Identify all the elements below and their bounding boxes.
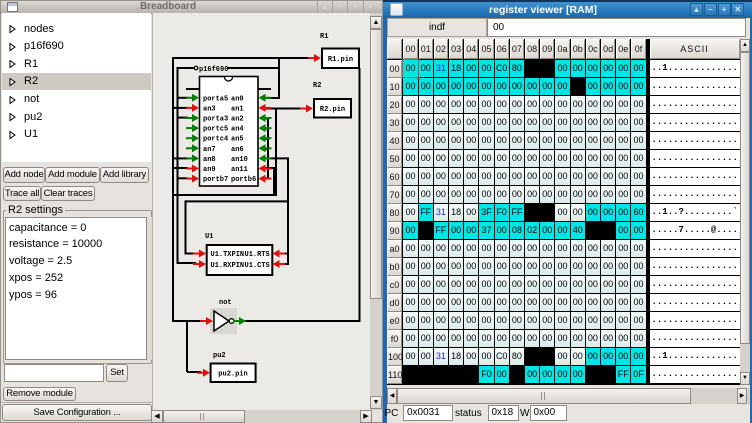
svg-text:an7: an7 [203,146,216,154]
svg-text:an11: an11 [231,166,248,174]
svg-text:portb6: portb6 [231,176,256,184]
svg-text:R2.pin: R2.pin [320,106,345,114]
svg-text:an9: an9 [203,166,216,174]
svg-text:an0: an0 [231,95,244,103]
svg-text:U1.RXPIN: U1.RXPIN [211,262,245,270]
svg-text:an6: an6 [231,146,244,154]
svg-text:U1.TXPIN: U1.TXPIN [211,251,245,259]
svg-text:an2: an2 [231,116,244,124]
svg-text:an5: an5 [231,136,244,144]
svg-text:portc5: portc5 [203,126,228,134]
svg-text:U1: U1 [205,233,213,241]
svg-text:not: not [219,299,232,307]
svg-text:portb7: portb7 [203,176,228,184]
svg-text:pu2: pu2 [213,352,226,360]
svg-text:R1: R1 [320,33,328,41]
svg-text:porta3: porta3 [203,116,228,124]
svg-text:R1.pin: R1.pin [328,56,353,64]
svg-text:p16f690: p16f690 [199,66,228,74]
svg-text:an10: an10 [231,156,248,164]
svg-text:an8: an8 [203,156,216,164]
svg-text:U1.CTS: U1.CTS [245,262,270,270]
svg-text:an4: an4 [231,126,244,134]
svg-text:an3: an3 [203,105,216,113]
svg-text:U1.RTS: U1.RTS [245,251,270,259]
svg-text:portc4: portc4 [203,136,228,144]
svg-text:porta5: porta5 [203,95,228,103]
svg-text:R2: R2 [313,82,321,90]
svg-text:pu2.pin: pu2.pin [218,371,247,379]
svg-text:an1: an1 [231,105,244,113]
